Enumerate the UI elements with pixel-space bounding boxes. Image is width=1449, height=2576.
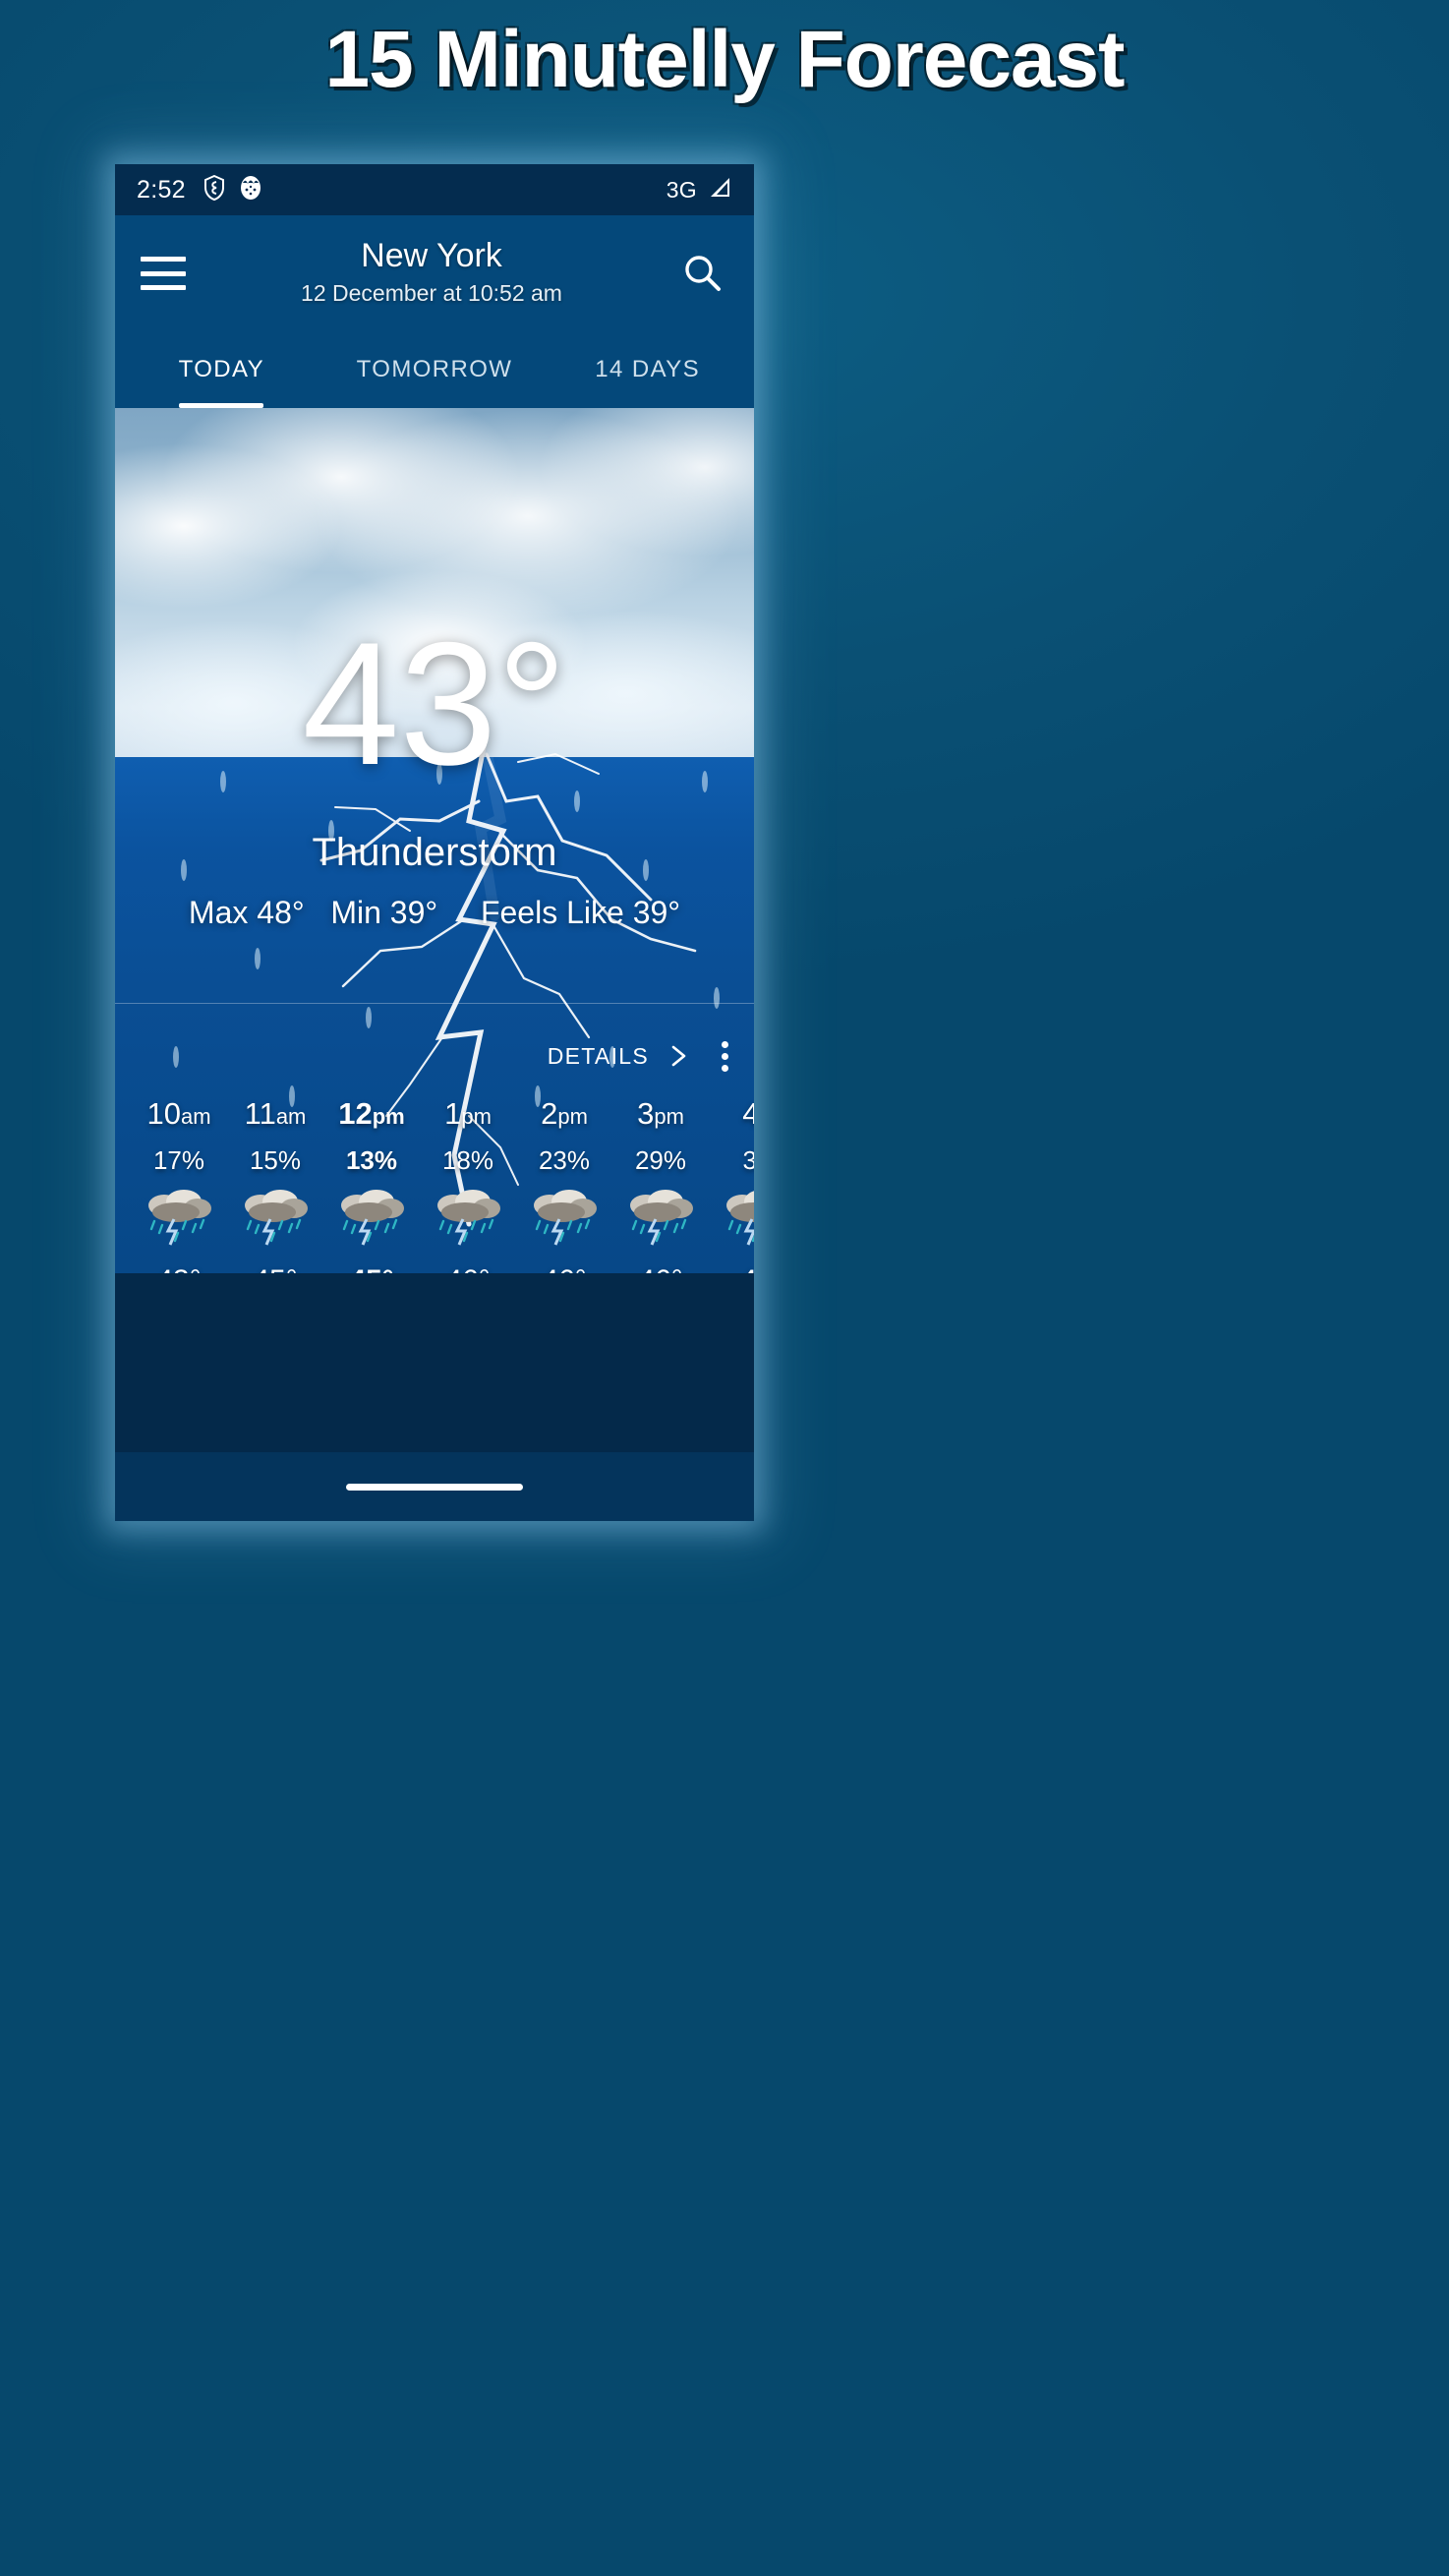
hourly-meridiem: pm (557, 1104, 588, 1129)
feels-like-label: Feels Like 39° (481, 895, 680, 930)
hourly-precip: 23% (539, 1145, 590, 1176)
app-bar-title-block: New York 12 December at 10:52 am (186, 236, 677, 306)
current-temperature: 43° (115, 616, 754, 791)
hourly-temp: 45° (253, 1264, 297, 1273)
hourly-time: 3pm (637, 1096, 684, 1132)
page-title: New York (186, 236, 677, 275)
hourly-item-4[interactable]: 2pm 23% 46° (516, 1096, 612, 1273)
section-divider (115, 1003, 754, 1004)
hourly-precip: 15% (250, 1145, 301, 1176)
network-type-label: 3G (667, 177, 697, 204)
details-bar: DETAILS (115, 1025, 754, 1086)
hourly-precip: 13% (346, 1145, 397, 1176)
thunderstorm-rain-icon (333, 1188, 410, 1247)
thunderstorm-rain-icon (526, 1188, 603, 1247)
tab-14-days[interactable]: 14 DAYS (541, 331, 754, 408)
hourly-precip: 18% (442, 1145, 493, 1176)
hourly-time: 4p (742, 1096, 754, 1132)
hourly-time: 1pm (444, 1096, 492, 1132)
hourly-hour: 1 (444, 1096, 461, 1131)
hourly-hour: 10 (146, 1096, 180, 1131)
hourly-precip: 29% (635, 1145, 686, 1176)
status-bar-right-icons: 3G (667, 176, 732, 205)
status-bar: 2:52 3G (115, 164, 754, 215)
app-bar-datetime: 12 December at 10:52 am (186, 280, 677, 307)
hourly-temp: 46° (638, 1264, 682, 1273)
search-icon[interactable] (677, 248, 728, 299)
hourly-temp: 46° (445, 1264, 490, 1273)
hourly-time: 2pm (541, 1096, 588, 1132)
face-icon (239, 175, 262, 205)
phone-frame: 2:52 3G (115, 164, 754, 1521)
hourly-item-2[interactable]: 12pm 13% 45° (323, 1096, 420, 1273)
hourly-item-5[interactable]: 3pm 29% 46° (612, 1096, 709, 1273)
hourly-temp: 45° (349, 1264, 393, 1273)
hourly-meridiem: pm (461, 1104, 492, 1129)
kebab-menu-icon[interactable] (716, 1035, 734, 1078)
hourly-time: 10am (146, 1096, 210, 1132)
banner-title: 15 Minutelly Forecast (0, 14, 1449, 106)
details-button[interactable]: DETAILS (548, 1043, 649, 1070)
current-weather-panel: 43° Thunderstorm Max 48° Min 39° Feels L… (115, 408, 754, 1273)
thunderstorm-rain-icon (622, 1188, 699, 1247)
hourly-hour: 4 (742, 1096, 754, 1131)
forecast-tabs: TODAY TOMORROW 14 DAYS (115, 331, 754, 408)
thunderstorm-rain-icon (430, 1188, 506, 1247)
current-condition: Thunderstorm (115, 831, 754, 875)
home-indicator[interactable] (346, 1484, 523, 1491)
hourly-item-6[interactable]: 4p 33 46 (709, 1096, 754, 1273)
tab-tomorrow[interactable]: TOMORROW (328, 331, 542, 408)
hourly-hour: 12 (338, 1096, 372, 1131)
status-bar-time: 2:52 (137, 176, 186, 205)
app-bar: New York 12 December at 10:52 am (115, 215, 754, 331)
hourly-precip: 17% (153, 1145, 204, 1176)
hourly-meridiem: pm (654, 1104, 684, 1129)
status-bar-left-icons (203, 175, 262, 205)
hourly-precip: 33 (743, 1145, 754, 1176)
hourly-meridiem: am (181, 1104, 211, 1129)
tab-today-label: TODAY (179, 356, 264, 383)
hourly-time: 11am (245, 1096, 307, 1132)
chevron-right-icon[interactable] (667, 1042, 690, 1070)
hourly-meridiem: am (276, 1104, 307, 1129)
thunderstorm-rain-icon (141, 1188, 217, 1247)
hourly-item-3[interactable]: 1pm 18% 46° (420, 1096, 516, 1273)
system-nav-bar (115, 1452, 754, 1521)
hourly-item-1[interactable]: 11am 15% 45° (227, 1096, 323, 1273)
hourly-meridiem: pm (373, 1104, 405, 1129)
tab-today[interactable]: TODAY (115, 331, 328, 408)
tab-tomorrow-label: TOMORROW (357, 356, 513, 383)
hamburger-menu-icon[interactable] (141, 257, 186, 290)
hourly-temp: 46° (542, 1264, 586, 1273)
hourly-hour: 3 (637, 1096, 654, 1131)
shield-icon (203, 175, 225, 205)
hourly-temp: 46 (740, 1264, 754, 1273)
hourly-forecast-strip[interactable]: 10am 17% 43° 11am 15% 45° (115, 1096, 754, 1273)
hourly-time: 12pm (338, 1096, 404, 1132)
min-max-feels-row: Max 48° Min 39° Feels Like 39° (115, 895, 754, 931)
tab-14-days-label: 14 DAYS (595, 356, 700, 383)
phone-screen: 2:52 3G (115, 164, 754, 1521)
signal-icon (707, 176, 732, 205)
hourly-hour: 11 (245, 1096, 276, 1131)
min-temp-label: Min 39° (330, 895, 437, 930)
thunderstorm-rain-icon (719, 1188, 754, 1247)
hourly-hour: 2 (541, 1096, 557, 1131)
thunderstorm-rain-icon (237, 1188, 314, 1247)
page-root: 15 Minutelly Forecast 2:52 3G (0, 0, 1449, 2576)
hourly-item-0[interactable]: 10am 17% 43° (131, 1096, 227, 1273)
max-temp-label: Max 48° (189, 895, 305, 930)
hourly-temp: 43° (156, 1264, 201, 1273)
